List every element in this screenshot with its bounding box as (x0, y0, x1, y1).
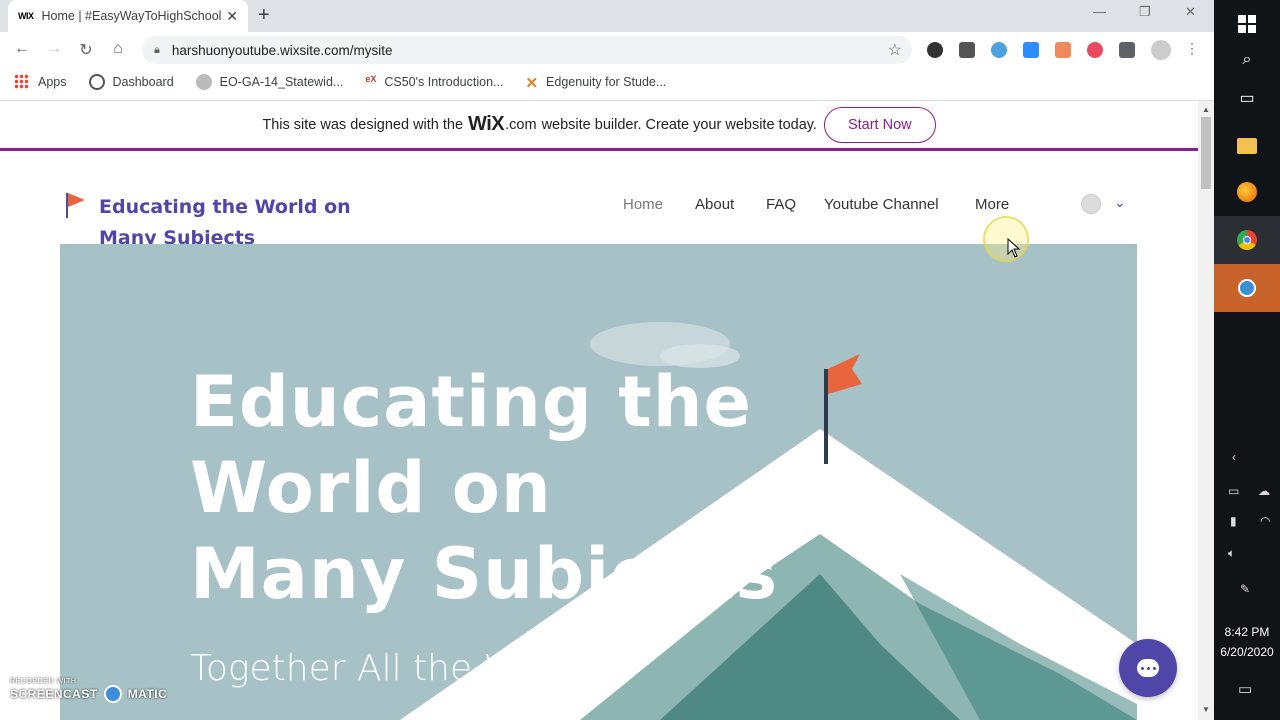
hero-title: Educating the World on Many Subjects (190, 359, 830, 617)
forward-icon[interactable]: → (44, 40, 64, 58)
reload-icon[interactable]: ↻ (76, 40, 96, 60)
chevron-down-icon[interactable]: ⌄ (1114, 194, 1126, 211)
notifications-icon[interactable]: ▭ (1238, 680, 1252, 698)
wix-logo-suffix: .com (505, 116, 537, 133)
browser-toolbar: ← → ↻ ⌂ 🔒︎ harshuonyoutube.wixsite.com/m… (0, 32, 1214, 68)
wix-promo-banner: This site was designed with the WiX .com… (0, 101, 1198, 151)
tab-close-icon[interactable]: ✕ (226, 8, 238, 25)
start-now-button[interactable]: Start Now (823, 106, 936, 143)
tab-title: Home | #EasyWayToHighSchool (41, 9, 222, 23)
scrollbar-thumb[interactable] (1201, 117, 1211, 189)
edx-icon: eX (365, 74, 377, 84)
volume-icon[interactable]: 🔈︎ (1228, 546, 1235, 561)
watermark-matic: MATIC (127, 687, 168, 701)
apps-grid-icon (14, 74, 30, 90)
task-view-icon[interactable]: ▭ (1214, 74, 1280, 122)
url-text: harshuonyoutube.wixsite.com/mysite (171, 42, 393, 58)
profile-avatar[interactable] (1151, 40, 1171, 60)
address-bar[interactable]: 🔒︎ harshuonyoutube.wixsite.com/mysite ☆ (142, 36, 912, 64)
nav-home[interactable]: Home (623, 196, 663, 213)
nav-more[interactable]: More (975, 196, 1009, 213)
extension-icon[interactable] (927, 42, 943, 58)
chrome-icon[interactable] (1214, 216, 1280, 264)
chat-bubble-icon (1137, 659, 1159, 677)
mouse-cursor-icon (1007, 238, 1021, 258)
wifi-icon[interactable]: ◠ (1260, 514, 1270, 528)
cursor-highlight (983, 216, 1029, 262)
screencast-watermark: RECORDED WITH SCREENCAST MATIC (10, 678, 167, 703)
extensions-puzzle-icon[interactable] (1119, 42, 1135, 58)
wix-favicon-icon: WIX (18, 11, 34, 21)
show-hidden-icons-icon[interactable]: ‹ (1232, 450, 1236, 464)
usb-icon[interactable]: ▮ (1230, 514, 1237, 528)
nav-about[interactable]: About (695, 196, 734, 213)
battery-icon[interactable]: ▭ (1228, 484, 1239, 498)
bookmark-apps[interactable]: Apps (14, 74, 67, 90)
firefox-icon[interactable] (1214, 168, 1280, 216)
chat-button[interactable] (1119, 639, 1177, 697)
onedrive-icon[interactable]: ☁ (1258, 484, 1270, 498)
window-close-icon[interactable]: ✕ (1185, 4, 1196, 20)
home-icon[interactable]: ⌂ (108, 40, 128, 58)
hero-subtitle: Together All the Way (190, 648, 561, 689)
dashboard-icon (88, 74, 105, 90)
member-avatar[interactable] (1081, 194, 1101, 214)
browser-chrome: WIX Home | #EasyWayToHighSchool ✕ + — ❐ … (0, 0, 1214, 101)
seal-icon (195, 74, 212, 90)
zoom-extension-icon[interactable] (1023, 42, 1039, 58)
scroll-down-icon[interactable]: ▼ (1202, 705, 1210, 714)
nav-youtube-channel[interactable]: Youtube Channel (824, 196, 939, 213)
screencast-extension-icon[interactable] (1055, 42, 1071, 58)
extension-globe-icon[interactable] (991, 42, 1007, 58)
bookmark-dashboard[interactable]: Dashboard (88, 74, 174, 90)
watermark-screencast: SCREENCAST (10, 687, 98, 701)
extension-circle-icon[interactable] (1087, 42, 1103, 58)
clock-date: 6/20/2020 (1220, 645, 1274, 659)
edgenuity-icon: ✕ (525, 75, 539, 92)
hero-title-line2: World on (190, 447, 552, 529)
flag-logo-icon[interactable] (64, 192, 86, 218)
bookmarks-bar: Apps Dashboard EO-GA-14_Statewid... eX C… (0, 68, 1214, 96)
bookmark-star-icon[interactable]: ☆ (888, 40, 902, 60)
bookmark-eo-ga[interactable]: EO-GA-14_Statewid... (195, 74, 343, 90)
back-icon[interactable]: ← (12, 40, 32, 58)
banner-text-after: website builder. Create your website tod… (541, 116, 817, 133)
browser-tab[interactable]: WIX Home | #EasyWayToHighSchool ✕ (8, 0, 248, 32)
extension-l-icon[interactable] (959, 42, 975, 58)
scroll-up-icon[interactable]: ▲ (1202, 105, 1210, 114)
bookmark-edgenuity[interactable]: ✕ Edgenuity for Stude... (525, 74, 666, 92)
windows-taskbar: ⌕ ▭ ‹ ▭ ☁ ▮ ◠ 🔈︎ ✎ 8:42 PM 6/20/2020 ▭ (1214, 0, 1280, 720)
taskbar-clock[interactable]: 8:42 PM 6/20/2020 (1214, 622, 1280, 662)
page-scrollbar[interactable]: ▲ ▼ (1198, 101, 1214, 720)
watermark-line1: RECORDED WITH (10, 678, 77, 685)
restore-icon[interactable]: ❐ (1139, 4, 1151, 20)
new-tab-icon[interactable]: + (258, 4, 270, 27)
banner-text-before: This site was designed with the (262, 116, 464, 133)
file-explorer-icon[interactable] (1214, 122, 1280, 170)
hero-section: Educating the World on Many Subjects Tog… (60, 244, 1137, 720)
hero-title-line1: Educating the (190, 361, 753, 443)
hero-title-line3: Many Subjects (190, 533, 779, 615)
tab-strip: WIX Home | #EasyWayToHighSchool ✕ + — ❐ … (0, 0, 1214, 32)
wix-logo: WiX (468, 113, 505, 135)
bookmark-cs50[interactable]: eX CS50's Introduction... (365, 74, 503, 90)
screencast-logo-icon (103, 685, 122, 703)
screencast-app-icon[interactable] (1214, 264, 1280, 312)
clock-time: 8:42 PM (1224, 625, 1270, 639)
minimize-icon[interactable]: — (1093, 4, 1106, 19)
nav-faq[interactable]: FAQ (766, 196, 796, 213)
menu-dots-icon[interactable]: ⋮ (1182, 40, 1202, 57)
pen-icon[interactable]: ✎ (1240, 582, 1250, 596)
lock-icon: 🔒︎ (154, 43, 160, 56)
